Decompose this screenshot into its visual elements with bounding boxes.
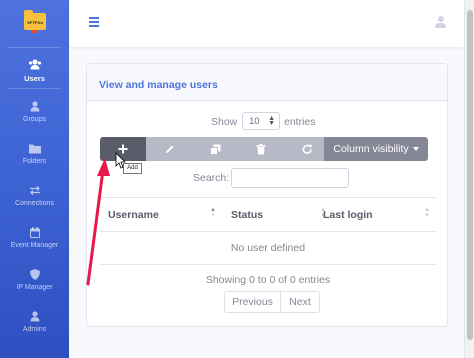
sort-icon: ▲ ▼ [424, 207, 430, 219]
sidebar-divider [8, 47, 61, 48]
sidebar-item-label: Admins [22, 326, 47, 333]
exchange-icon [29, 186, 40, 195]
topbar [69, 0, 464, 47]
entries-label: entries [284, 116, 316, 128]
search-label: Search: [193, 172, 230, 184]
sidebar-item-label: Users [24, 74, 45, 83]
search-input[interactable] [231, 168, 349, 188]
column-visibility-label: Column visibility [333, 143, 409, 155]
user-icon[interactable] [435, 16, 446, 29]
sidebar: SFTPGo Users Groups Folders Connections [0, 0, 69, 358]
column-header-status[interactable]: Status [231, 209, 263, 221]
sidebar-item-label: Connections [15, 200, 54, 207]
next-page-button[interactable]: Next [280, 291, 320, 313]
scrollbar-thumb[interactable] [467, 10, 473, 340]
folder-icon [28, 144, 41, 154]
length-label: Show [211, 116, 238, 128]
logo-accent [32, 30, 38, 33]
entries-select-value: 10 [249, 116, 260, 127]
admin-icon [30, 311, 39, 322]
sidebar-item-folders[interactable]: Folders [0, 142, 69, 165]
menu-toggle-icon[interactable] [89, 17, 99, 27]
redo-icon [302, 144, 312, 154]
sidebar-item-admins[interactable]: Admins [0, 310, 69, 333]
table-empty-row: No user defined [100, 232, 436, 265]
sort-asc-icon: ▲ ▼ [210, 207, 216, 219]
users-icon [28, 59, 41, 70]
edit-button[interactable] [146, 137, 192, 161]
page-title: View and manage users [99, 79, 218, 91]
plus-icon [118, 144, 128, 154]
column-header-last-login[interactable]: Last login [323, 209, 373, 221]
sidebar-item-label: IP Manager [16, 284, 53, 291]
sidebar-item-groups[interactable]: Groups [0, 100, 69, 123]
select-arrows-icon: ▲ ▼ [268, 115, 275, 127]
calendar-icon [29, 227, 40, 238]
sidebar-item-ip-manager[interactable]: IP Manager [0, 268, 69, 291]
clone-button[interactable] [192, 137, 238, 161]
clone-icon [209, 144, 220, 155]
delete-button[interactable] [238, 137, 284, 161]
sidebar-item-label: Event Manager [10, 242, 59, 249]
users-card: View and manage users Show 10 ▲ ▼ entries… [86, 63, 448, 327]
table-info: Showing 0 to 0 of 0 entries [205, 274, 331, 286]
shield-icon [29, 269, 40, 280]
previous-page-button[interactable]: Previous [224, 291, 281, 313]
sidebar-item-users[interactable]: Users [0, 58, 69, 83]
table-header: Username ▲ ▼ Status ▲ ▼ Last login ▲ ▼ [100, 197, 436, 232]
users-table: Username ▲ ▼ Status ▲ ▼ Last login ▲ ▼ No u… [100, 197, 436, 265]
add-button[interactable] [100, 137, 146, 161]
entries-select[interactable]: 10 ▲ ▼ [242, 112, 280, 130]
page-scrollbar[interactable] [464, 0, 474, 358]
add-tooltip: Add [123, 163, 142, 174]
caret-down-icon [412, 147, 419, 151]
pencil-icon [165, 145, 173, 153]
groups-icon [30, 101, 39, 112]
sidebar-item-connections[interactable]: Connections [0, 184, 69, 207]
sidebar-item-event-manager[interactable]: Event Manager [0, 226, 69, 249]
sidebar-item-label: Folders [22, 158, 47, 165]
column-header-username[interactable]: Username [108, 209, 159, 221]
app-logo[interactable]: SFTPGo [24, 10, 46, 33]
trash-icon [256, 143, 266, 154]
sidebar-item-label: Groups [23, 116, 46, 123]
logo-text: SFTPGo [27, 20, 43, 25]
column-visibility-button[interactable]: Column visibility [324, 137, 428, 161]
table-toolbar: Column visibility [100, 137, 428, 161]
empty-message: No user defined [230, 242, 306, 254]
card-header: View and manage users [87, 64, 447, 101]
sidebar-divider [8, 88, 61, 89]
